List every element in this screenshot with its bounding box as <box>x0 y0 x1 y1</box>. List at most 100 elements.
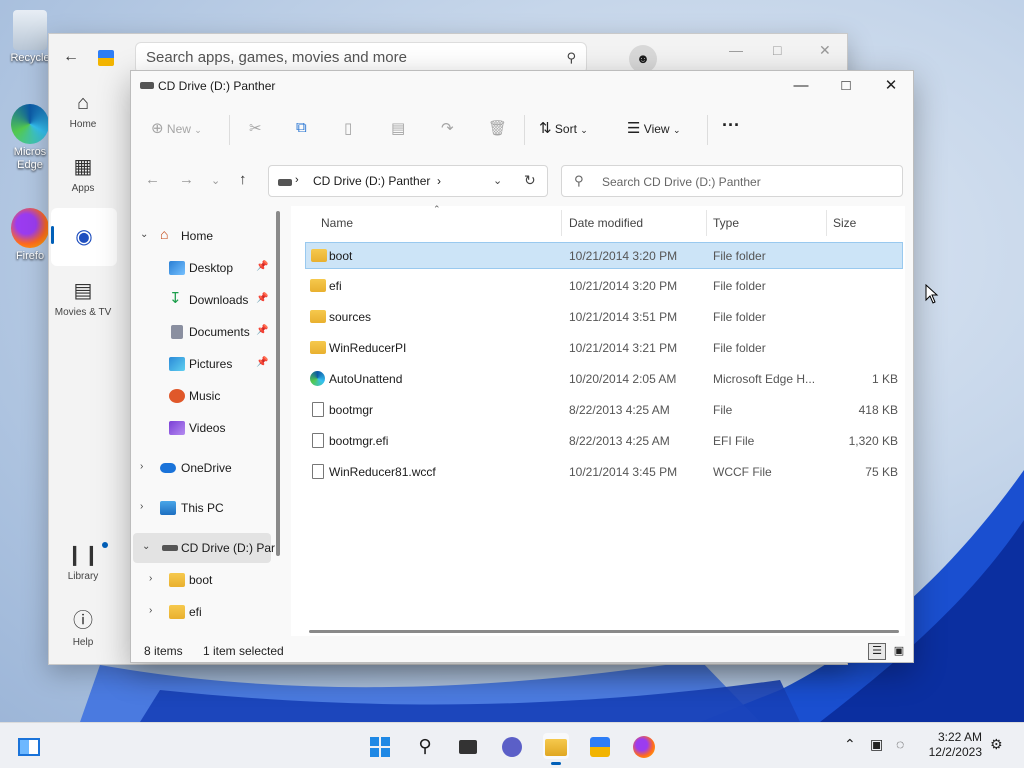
pin-icon[interactable]: 📌 <box>256 325 268 336</box>
account-avatar-icon[interactable]: ☻ <box>629 45 657 73</box>
nav-item-videos[interactable]: Videos <box>131 413 271 443</box>
chat-icon[interactable] <box>499 733 525 759</box>
delete-button[interactable]: 🗑 <box>488 119 507 137</box>
documents-icon <box>171 325 183 339</box>
search-icon[interactable]: ⚲ <box>412 733 438 759</box>
rail-item-gaming[interactable]: ◉ <box>51 208 117 266</box>
column-divider[interactable] <box>826 210 827 236</box>
nav-item-desktop[interactable]: Desktop 📌 <box>131 253 271 283</box>
widgets-icon[interactable] <box>16 733 42 759</box>
nav-item-pictures[interactable]: Pictures 📌 <box>131 349 271 379</box>
column-header-size[interactable]: Size <box>833 216 856 230</box>
nav-item-music[interactable]: Music <box>131 381 271 411</box>
nav-item-onedrive[interactable]: › OneDrive <box>131 453 271 483</box>
column-divider[interactable] <box>561 210 562 236</box>
file-row[interactable]: AutoUnattend 10/20/2014 2:05 AM Microsof… <box>305 366 903 393</box>
file-row[interactable]: bootmgr.efi 8/22/2013 4:25 AM EFI File 1… <box>305 428 903 455</box>
copy-button[interactable]: ⧉ <box>296 119 307 136</box>
file-explorer-taskbar-icon[interactable] <box>543 733 569 765</box>
back-arrow-icon[interactable]: ← <box>145 171 160 188</box>
search-icon[interactable]: ⚲ <box>566 43 576 73</box>
pin-icon[interactable]: 📌 <box>256 357 268 368</box>
view-button[interactable]: ☰ View ⌄ <box>627 119 680 137</box>
column-header-type[interactable]: Type <box>713 216 739 230</box>
rename-button[interactable]: ▤ <box>391 119 405 137</box>
explorer-titlebar[interactable]: CD Drive (D:) Panther — □ ✕ <box>131 71 913 103</box>
column-divider[interactable] <box>706 210 707 236</box>
chevron-expanded-icon[interactable]: ⌄ <box>142 541 150 552</box>
paste-button[interactable]: ▯ <box>344 119 352 137</box>
rail-item-movies-tv[interactable]: ▤ Movies & TV <box>49 278 117 318</box>
nav-item-efi[interactable]: › efi <box>131 597 271 627</box>
file-row[interactable]: WinReducer81.wccf 10/21/2014 3:45 PM WCC… <box>305 459 903 486</box>
maximize-button[interactable]: □ <box>823 71 869 101</box>
up-arrow-icon[interactable]: ↑ <box>239 171 247 188</box>
chevron-right-icon[interactable]: › <box>149 605 152 616</box>
nav-item-label: Documents <box>189 325 250 339</box>
file-row[interactable]: boot 10/21/2014 3:20 PM File folder <box>305 242 903 269</box>
pin-icon[interactable]: 📌 <box>256 261 268 272</box>
recent-locations-chevron-icon[interactable]: ⌄ <box>211 174 220 187</box>
rail-item-home[interactable]: ⌂ Home <box>49 92 117 130</box>
share-button[interactable]: ↷ <box>441 119 454 137</box>
rail-item-library[interactable]: ❙❙ Library <box>49 542 117 582</box>
chevron-down-icon: ⌄ <box>194 125 202 135</box>
address-bar[interactable]: › CD Drive (D:) Panther › ⌄ ↻ <box>268 165 548 197</box>
file-row[interactable]: efi 10/21/2014 3:20 PM File folder <box>305 273 903 300</box>
chevron-right-icon[interactable]: › <box>140 461 143 472</box>
firefox-taskbar-icon[interactable] <box>631 733 657 759</box>
file-row[interactable]: sources 10/21/2014 3:51 PM File folder <box>305 304 903 331</box>
start-icon[interactable] <box>367 733 393 759</box>
search-input[interactable]: ⚲ Search CD Drive (D:) Panther <box>561 165 903 197</box>
file-type: EFI File <box>713 434 755 448</box>
close-button[interactable]: ✕ <box>868 71 914 101</box>
chevron-right-icon[interactable]: › <box>140 501 143 512</box>
pictures-icon <box>169 357 185 371</box>
store-taskbar-icon[interactable] <box>587 733 613 759</box>
videos-icon <box>169 421 185 435</box>
volume-muted-icon[interactable]: ◌ <box>896 736 904 752</box>
nav-item-boot[interactable]: › boot <box>131 565 271 595</box>
cut-button[interactable]: ✂ <box>249 119 262 137</box>
file-explorer-window[interactable]: CD Drive (D:) Panther — □ ✕ ⊕ New ⌄ ✂ ⧉ … <box>130 70 914 663</box>
status-bar: 8 items 1 item selected ☰ ▣ <box>131 641 913 663</box>
plus-circle-icon: ⊕ <box>151 120 164 137</box>
nav-item-downloads[interactable]: ↧ Downloads 📌 <box>131 285 271 315</box>
column-header-date[interactable]: Date modified <box>569 216 643 230</box>
chevron-right-icon[interactable]: › <box>149 573 152 584</box>
file-list-horizontal-scrollbar[interactable] <box>309 630 899 633</box>
tiles-view-icon[interactable]: ▣ <box>890 643 908 660</box>
close-icon[interactable]: ✕ <box>819 42 831 59</box>
forward-arrow-icon[interactable]: → <box>179 171 194 188</box>
chevron-expanded-icon[interactable]: ⌄ <box>140 229 148 240</box>
details-view-icon[interactable]: ☰ <box>868 643 886 660</box>
breadcrumb-current[interactable]: CD Drive (D:) Panther <box>313 174 430 188</box>
minimize-button[interactable]: — <box>778 71 824 101</box>
navigation-pane-scrollbar[interactable] <box>276 211 280 556</box>
maximize-icon[interactable]: □ <box>773 42 781 58</box>
nav-item-documents[interactable]: Documents 📌 <box>131 317 271 347</box>
task-view-icon[interactable] <box>455 733 481 759</box>
nav-item-this-pc[interactable]: › This PC <box>131 493 271 523</box>
system-clock[interactable]: 3:22 AM 12/2/2023 <box>920 730 982 760</box>
minimize-icon[interactable]: — <box>729 42 743 58</box>
file-row[interactable]: bootmgr 8/22/2013 4:25 AM File 418 KB <box>305 397 903 424</box>
column-header-name[interactable]: Name <box>321 216 353 230</box>
more-options-button[interactable]: ··· <box>722 115 740 136</box>
back-arrow-icon[interactable]: ← <box>63 48 79 66</box>
nav-item-cd-drive[interactable]: ⌄ CD Drive (D:) Par <box>133 533 275 563</box>
network-icon[interactable]: ▣ <box>870 736 883 753</box>
rail-item-help[interactable]: ⓘ Help <box>49 604 117 648</box>
new-button[interactable]: ⊕ New ⌄ <box>151 119 202 137</box>
address-row: ← → ⌄ ↑ › CD Drive (D:) Panther › ⌄ ↻ ⚲ … <box>131 163 913 199</box>
breadcrumb-chevron-icon[interactable]: › <box>437 174 441 188</box>
sort-button[interactable]: ⇅ Sort ⌄ <box>539 119 588 137</box>
refresh-icon[interactable]: ↻ <box>524 172 536 189</box>
rail-item-apps[interactable]: ▦ Apps <box>49 154 117 194</box>
show-hidden-icons-chevron-icon[interactable]: ⌃ <box>844 736 856 753</box>
address-history-chevron-icon[interactable]: ⌄ <box>493 174 502 187</box>
file-row[interactable]: WinReducerPI 10/21/2014 3:21 PM File fol… <box>305 335 903 362</box>
pin-icon[interactable]: 📌 <box>256 293 268 304</box>
notifications-icon[interactable]: ⚙ <box>990 736 1003 753</box>
nav-item-home[interactable]: ⌄ ⌂ Home <box>131 221 271 251</box>
